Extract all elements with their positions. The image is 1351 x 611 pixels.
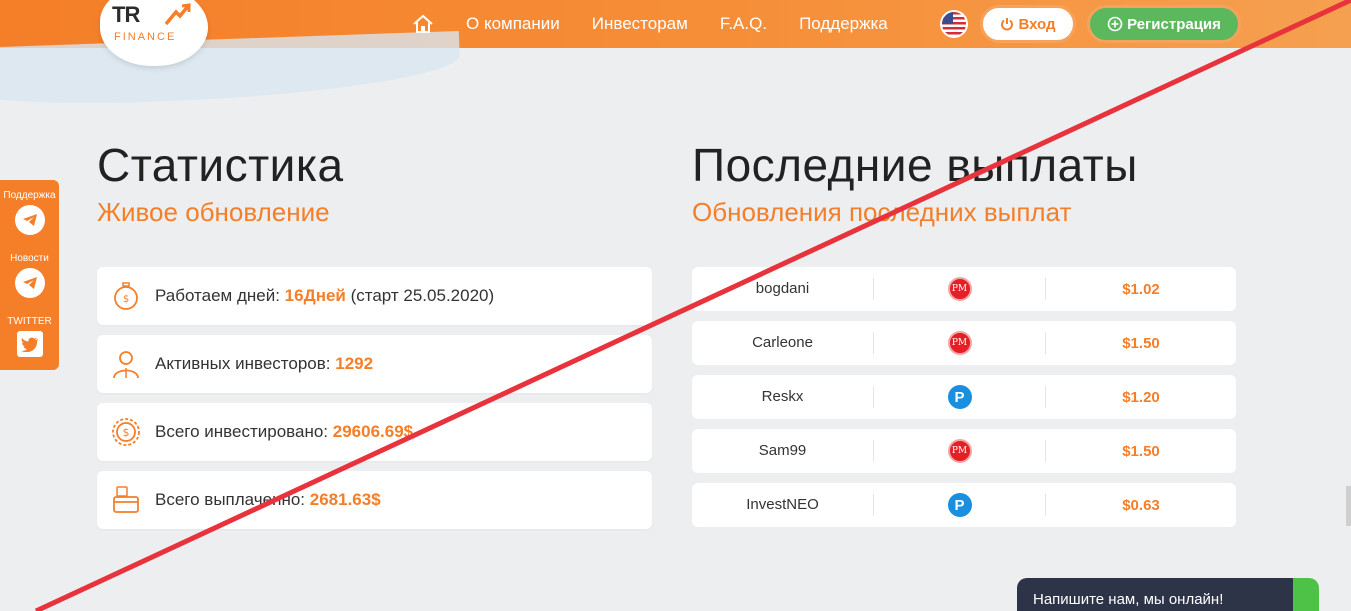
side-twitter[interactable]: TWITTER bbox=[0, 306, 59, 369]
payout-amount: $1.50 bbox=[1122, 442, 1160, 460]
stat-days-suffix: (старт 25.05.2020) bbox=[345, 286, 495, 305]
side-social-panel: Поддержка Новости TWITTER bbox=[0, 180, 59, 370]
payout-amount: $1.02 bbox=[1122, 280, 1160, 298]
stat-paid-label: Всего выплаченно: bbox=[155, 490, 310, 509]
stat-investors-label: Активных инвесторов: bbox=[155, 354, 336, 373]
investor-icon bbox=[109, 347, 143, 381]
login-button[interactable]: Вход bbox=[980, 5, 1076, 43]
payout-user: Reskx bbox=[692, 386, 874, 408]
payout-system: P bbox=[874, 385, 1046, 409]
nav-link-about[interactable]: О компании bbox=[466, 14, 560, 34]
perfect-money-icon: PM bbox=[947, 439, 972, 463]
twitter-icon bbox=[16, 331, 43, 357]
logo-subtext: FINANCE bbox=[114, 31, 177, 43]
payout-user: Carleone bbox=[692, 332, 874, 354]
stat-invested-text: Всего инвестировано: 29606.69$ bbox=[155, 422, 413, 442]
payeer-icon: P bbox=[947, 493, 972, 517]
main-nav: О компании Инвесторам F.A.Q. Поддержка bbox=[410, 0, 920, 48]
register-label: Регистрация bbox=[1127, 15, 1221, 33]
side-support-label: Поддержка bbox=[3, 190, 56, 201]
home-icon[interactable] bbox=[410, 11, 436, 37]
login-label: Вход bbox=[1018, 15, 1056, 33]
us-flag-icon[interactable] bbox=[940, 10, 968, 38]
stat-days-text: Работаем дней: 16Дней (старт 25.05.2020) bbox=[155, 286, 494, 306]
power-icon bbox=[1001, 18, 1014, 31]
nav-link-support[interactable]: Поддержка bbox=[799, 14, 888, 34]
payout-row: Sam99 PM $1.50 bbox=[692, 429, 1236, 473]
payouts-title: Последние выплаты bbox=[692, 139, 1138, 191]
side-news[interactable]: Новости bbox=[0, 243, 59, 306]
svg-text:$: $ bbox=[123, 426, 130, 439]
chat-widget[interactable]: Напишите нам, мы онлайн! bbox=[1017, 578, 1317, 611]
payout-row: bogdani PM $1.02 bbox=[692, 267, 1236, 311]
stat-investors-text: Активных инвесторов: 1292 bbox=[155, 354, 373, 374]
payout-system: PM bbox=[874, 277, 1046, 301]
scrollbar[interactable] bbox=[1346, 486, 1351, 526]
stat-days-value: 16Дней bbox=[284, 286, 346, 305]
stats-title: Статистика bbox=[97, 139, 344, 191]
telegram-icon bbox=[14, 205, 45, 235]
side-support[interactable]: Поддержка bbox=[0, 180, 59, 243]
stats-subtitle: Живое обновление bbox=[97, 197, 330, 227]
stat-paid-text: Всего выплаченно: 2681.63$ bbox=[155, 490, 381, 510]
stat-days-card: $ Работаем дней: 16Дней (старт 25.05.202… bbox=[97, 267, 652, 325]
side-news-label: Новости bbox=[10, 253, 49, 264]
payout-row: Carleone PM $1.50 bbox=[692, 321, 1236, 365]
nav-link-faq[interactable]: F.A.Q. bbox=[720, 14, 767, 34]
chat-label: Напишите нам, мы онлайн! bbox=[1033, 591, 1224, 608]
plus-circle-icon bbox=[1107, 16, 1123, 32]
stat-days-label: Работаем дней: bbox=[155, 286, 285, 305]
stat-paid-card: Всего выплаченно: 2681.63$ bbox=[97, 471, 652, 529]
payout-amount: $0.63 bbox=[1122, 496, 1160, 514]
nav-link-investors[interactable]: Инвесторам bbox=[592, 14, 688, 34]
payout-amount: $1.50 bbox=[1122, 334, 1160, 352]
payout-row: Reskx P $1.20 bbox=[692, 375, 1236, 419]
chat-status-indicator bbox=[1293, 578, 1319, 611]
payout-row: InvestNEO P $0.63 bbox=[692, 483, 1236, 527]
stat-invested-card: $ Всего инвестировано: 29606.69$ bbox=[97, 403, 652, 461]
payout-amount: $1.20 bbox=[1122, 388, 1160, 406]
payment-card-icon bbox=[109, 483, 143, 517]
logo-arrows-icon bbox=[164, 3, 191, 26]
logo-text: TR bbox=[112, 2, 140, 27]
stat-paid-value: 2681.63$ bbox=[309, 490, 381, 509]
side-twitter-label: TWITTER bbox=[7, 316, 52, 327]
register-button[interactable]: Регистрация bbox=[1087, 5, 1241, 43]
perfect-money-icon: PM bbox=[947, 277, 972, 301]
coin-icon: $ bbox=[109, 415, 143, 449]
payout-user: Sam99 bbox=[692, 440, 874, 462]
payeer-icon: P bbox=[947, 385, 972, 409]
payouts-subtitle: Обновления последних выплат bbox=[692, 197, 1072, 227]
payout-user: bogdani bbox=[692, 278, 874, 300]
payout-system: PM bbox=[874, 439, 1046, 463]
stat-investors-card: Активных инвесторов: 1292 bbox=[97, 335, 652, 393]
stat-investors-value: 1292 bbox=[335, 354, 374, 373]
payout-system: P bbox=[874, 493, 1046, 517]
svg-text:$: $ bbox=[123, 294, 129, 305]
stat-invested-label: Всего инвестировано: bbox=[155, 422, 333, 441]
payout-system: PM bbox=[874, 331, 1046, 355]
stat-invested-value: 29606.69$ bbox=[332, 422, 414, 441]
payout-user: InvestNEO bbox=[692, 494, 874, 516]
stopwatch-icon: $ bbox=[109, 279, 143, 313]
perfect-money-icon: PM bbox=[947, 331, 972, 355]
telegram-icon bbox=[14, 268, 45, 298]
